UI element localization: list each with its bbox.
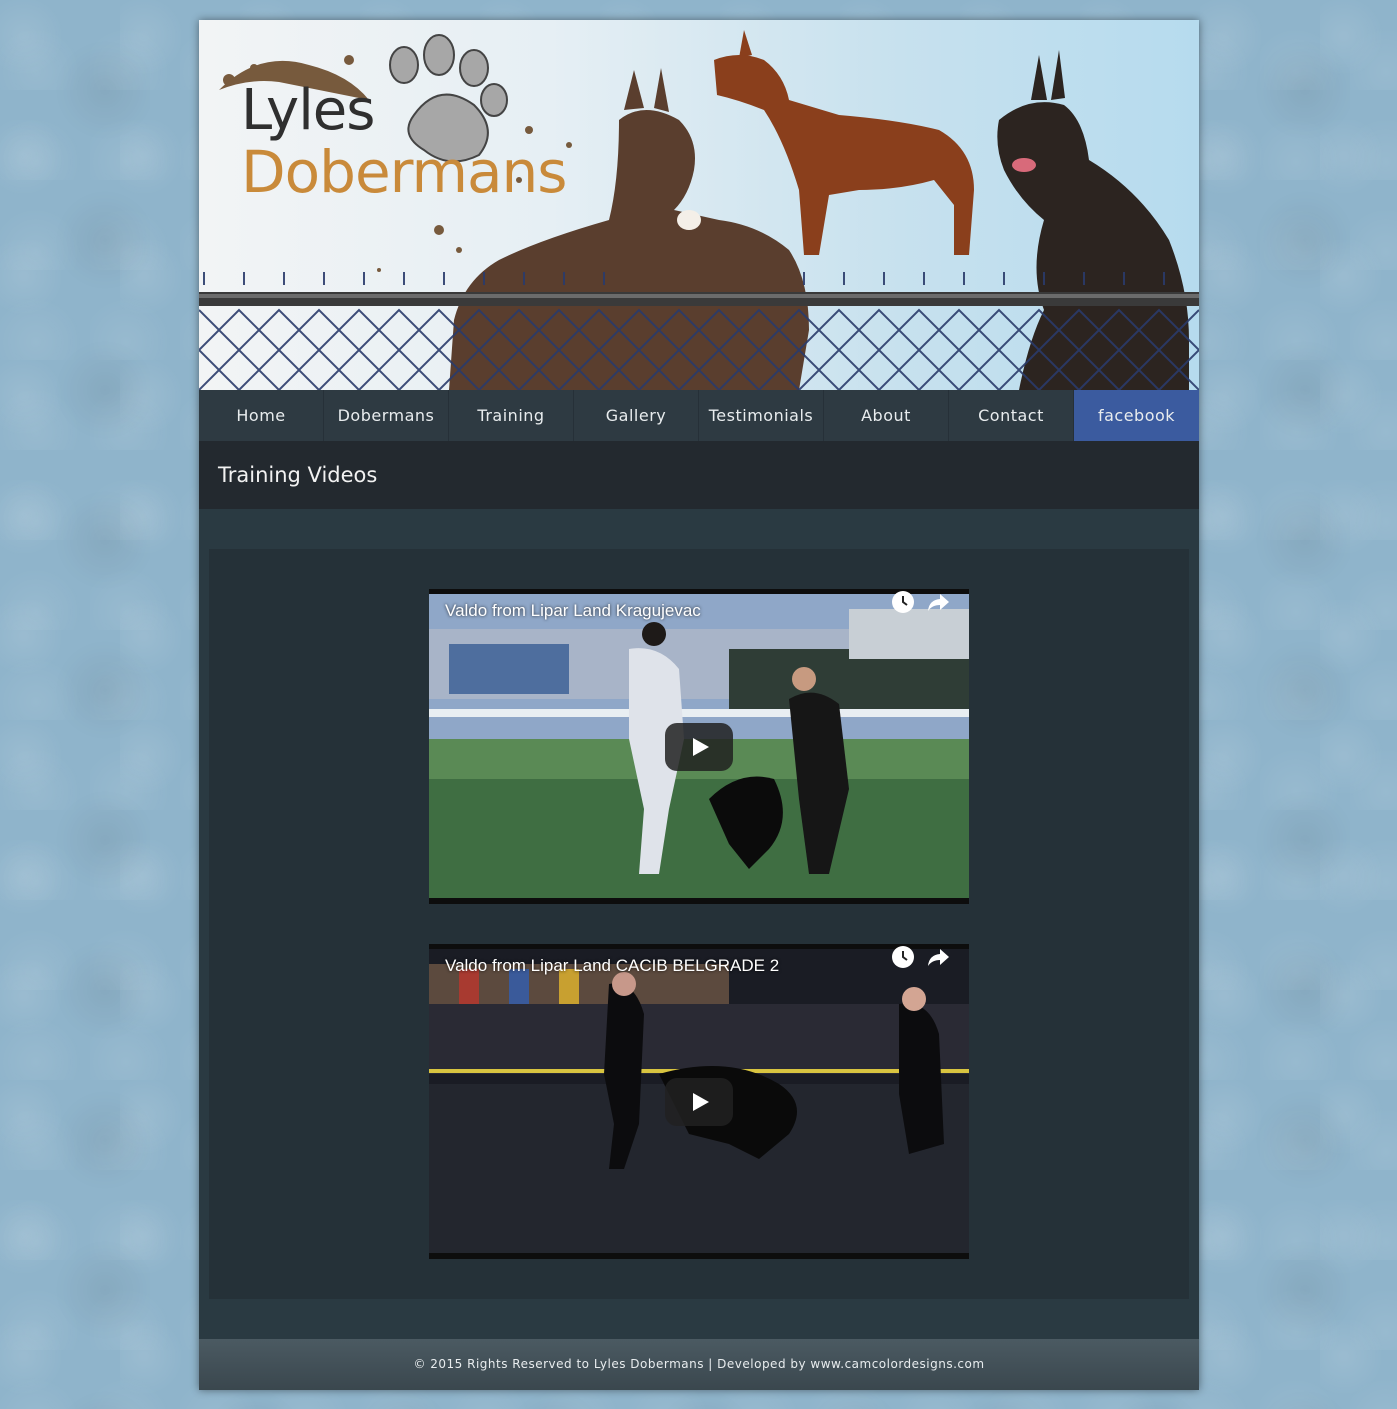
logo-text-dobermans: Dobermans xyxy=(241,138,567,206)
content-area: Valdo from Lipar Land Kragujevac Valdo f… xyxy=(199,509,1199,1339)
nav-item-home[interactable]: Home xyxy=(199,390,324,441)
footer-copyright: © 2015 Rights Reserved to Lyles Doberman… xyxy=(413,1357,985,1371)
watch-later-icon[interactable] xyxy=(890,589,916,615)
video-player-2[interactable]: Valdo from Lipar Land CACIB BELGRADE 2 xyxy=(429,944,969,1259)
logo-text-lyles: Lyles xyxy=(241,78,375,143)
header-banner: Lyles Dobermans xyxy=(199,20,1199,390)
page-container: Lyles Dobermans Home Dobermans Training … xyxy=(199,20,1199,1390)
nav-item-about[interactable]: About xyxy=(824,390,949,441)
nav-item-facebook[interactable]: facebook xyxy=(1074,390,1199,441)
main-nav: Home Dobermans Training Gallery Testimon… xyxy=(199,390,1199,441)
share-icon[interactable] xyxy=(925,589,951,615)
page-title: Training Videos xyxy=(218,463,378,487)
video-player-1[interactable]: Valdo from Lipar Land Kragujevac xyxy=(429,589,969,904)
footer: © 2015 Rights Reserved to Lyles Doberman… xyxy=(199,1339,1199,1390)
watch-later-icon[interactable] xyxy=(890,944,916,970)
share-icon[interactable] xyxy=(925,944,951,970)
video-title-1[interactable]: Valdo from Lipar Land Kragujevac xyxy=(445,601,701,621)
nav-item-training[interactable]: Training xyxy=(449,390,574,441)
nav-item-gallery[interactable]: Gallery xyxy=(574,390,699,441)
video-title-2[interactable]: Valdo from Lipar Land CACIB BELGRADE 2 xyxy=(445,956,779,976)
play-icon[interactable] xyxy=(665,723,733,771)
nav-item-contact[interactable]: Contact xyxy=(949,390,1074,441)
nav-item-testimonials[interactable]: Testimonials xyxy=(699,390,824,441)
video-list: Valdo from Lipar Land Kragujevac Valdo f… xyxy=(209,549,1189,1299)
nav-item-dobermans[interactable]: Dobermans xyxy=(324,390,449,441)
play-icon[interactable] xyxy=(665,1078,733,1126)
page-title-bar: Training Videos xyxy=(199,441,1199,509)
